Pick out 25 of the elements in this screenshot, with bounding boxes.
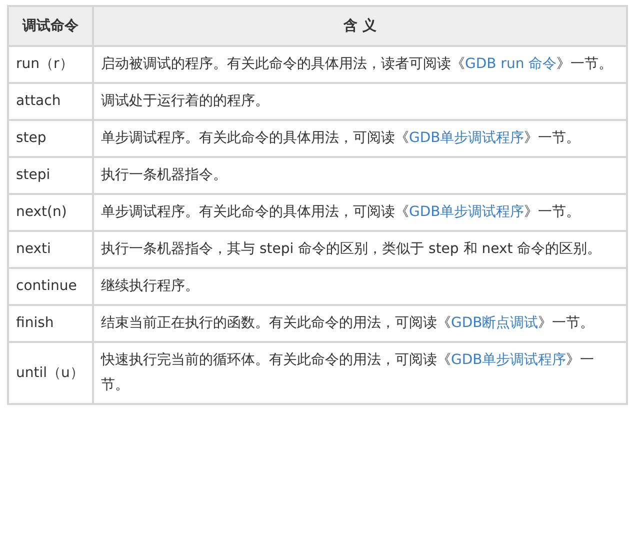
command-cell: run（r） (8, 46, 93, 83)
command-cell: stepi (8, 157, 93, 194)
column-header: 调试命令 (8, 6, 93, 46)
description-text: 单步调试程序。有关此命令的具体用法，可阅读《GDB单步调试程序》一节。 (101, 204, 580, 220)
command-cell: step (8, 120, 93, 157)
article-link[interactable]: GDB单步调试程序 (409, 204, 524, 220)
article-link[interactable]: GDB run 命令 (465, 56, 557, 72)
description-text: 快速执行完当前的循环体。有关此命令的用法，可阅读《GDB单步调试程序》一节。 (101, 352, 594, 393)
command-cell: continue (8, 268, 93, 305)
article-link[interactable]: GDB单步调试程序 (409, 130, 524, 146)
article-link[interactable]: GDB断点调试 (451, 315, 538, 331)
description-text: 单步调试程序。有关此命令的具体用法，可阅读《GDB单步调试程序》一节。 (101, 130, 580, 146)
description-text: 结束当前正在执行的函数。有关此命令的用法，可阅读《GDB断点调试》一节。 (101, 315, 594, 331)
description-text: 执行一条机器指令，其与 stepi 命令的区别，类似于 step 和 next 命令的区别。 (101, 241, 602, 257)
command-cell: attach (8, 83, 93, 120)
command-cell: until（u） (8, 342, 93, 404)
command-cell: nexti (8, 231, 93, 268)
description-text: 继续执行程序。 (101, 278, 199, 294)
command-cell: next(n) (8, 194, 93, 231)
command-cell: finish (8, 305, 93, 342)
description-text: 启动被调试的程序。有关此命令的具体用法，读者可阅读《GDB run 命令》一节。 (101, 56, 613, 72)
description-text: 调试处于运行着的的程序。 (101, 93, 269, 109)
description-text: 执行一条机器指令。 (101, 167, 227, 183)
article-link[interactable]: GDB单步调试程序 (451, 352, 566, 368)
column-header: 含 义 (93, 6, 627, 46)
